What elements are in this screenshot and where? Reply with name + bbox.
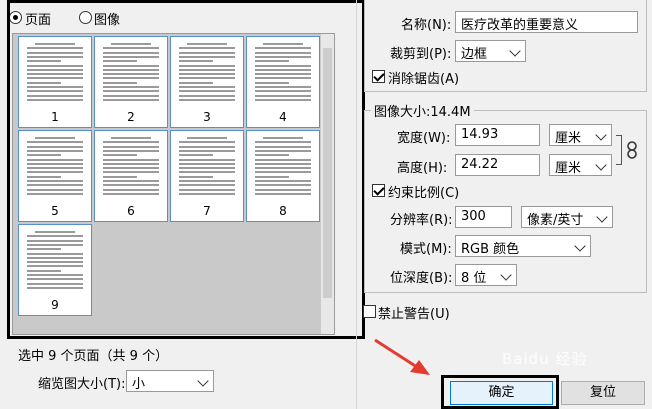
antialias-checkbox[interactable] <box>372 70 385 83</box>
width-field[interactable]: 14.93 <box>455 124 540 146</box>
resolution-unit-select[interactable]: 像素/英寸 <box>521 206 613 228</box>
name-value: 医疗改革的重要意义 <box>461 18 579 33</box>
chevron-down-icon <box>596 211 608 223</box>
chevron-down-icon <box>197 375 209 387</box>
height-unit-select[interactable]: 厘米 <box>549 154 612 176</box>
resolution-field[interactable]: 300 <box>455 206 512 228</box>
thumb-size-select[interactable]: 小 <box>126 370 214 392</box>
height-label: 高度(H): <box>397 161 448 176</box>
ok-button[interactable]: 确定 <box>450 381 553 405</box>
thumb-size-value: 小 <box>132 377 146 392</box>
mode-label: 模式(M): <box>400 242 452 257</box>
resolution-label: 分辨率(R): <box>390 213 453 228</box>
height-field[interactable]: 24.22 <box>455 154 540 176</box>
name-label: 名称(N): <box>401 18 452 33</box>
mode-select[interactable]: RGB 颜色 <box>455 235 591 257</box>
name-field[interactable]: 医疗改革的重要意义 <box>455 11 638 33</box>
depth-label: 位深度(B): <box>390 271 453 286</box>
red-arrow-annotation <box>374 338 430 375</box>
depth-select[interactable]: 8 位 <box>455 264 517 286</box>
chain-link-icon[interactable] <box>626 141 638 159</box>
selection-status: 选中 9 个页面（共 9 个） <box>18 349 169 364</box>
width-label: 宽度(W): <box>397 131 451 146</box>
chevron-down-icon <box>574 240 586 252</box>
reset-button[interactable]: 复位 <box>561 381 645 405</box>
width-unit-value: 厘米 <box>555 131 582 146</box>
chevron-down-icon <box>509 45 521 57</box>
chevron-down-icon <box>500 269 512 281</box>
resolution-unit-value: 像素/英寸 <box>527 213 584 228</box>
crop-value: 边框 <box>461 47 488 62</box>
antialias-label: 消除锯齿(A) <box>388 72 460 87</box>
panel-divider <box>356 0 357 409</box>
chevron-down-icon <box>595 159 607 171</box>
suppress-warnings-label: 禁止警告(U) <box>378 307 450 322</box>
crop-select[interactable]: 边框 <box>455 40 526 62</box>
chevron-down-icon <box>595 129 607 141</box>
thumb-size-label: 缩览图大小(T): <box>38 377 126 392</box>
constrain-label: 约束比例(C) <box>388 186 460 201</box>
constrain-checkbox[interactable] <box>372 184 385 197</box>
width-value: 14.93 <box>461 127 499 142</box>
suppress-warnings-checkbox[interactable] <box>363 305 376 318</box>
depth-value: 8 位 <box>461 271 487 286</box>
height-value: 24.22 <box>461 157 499 172</box>
mode-value: RGB 颜色 <box>461 242 520 257</box>
crop-label: 裁剪到(P): <box>390 47 452 62</box>
resolution-value: 300 <box>461 209 486 224</box>
height-unit-value: 厘米 <box>555 161 582 176</box>
highlight-box <box>7 0 365 339</box>
image-size-label: 图像大小:14.4M <box>371 101 474 120</box>
link-bracket <box>616 135 622 165</box>
width-unit-select[interactable]: 厘米 <box>549 124 612 146</box>
watermark: Baidu 经验 <box>502 350 588 368</box>
